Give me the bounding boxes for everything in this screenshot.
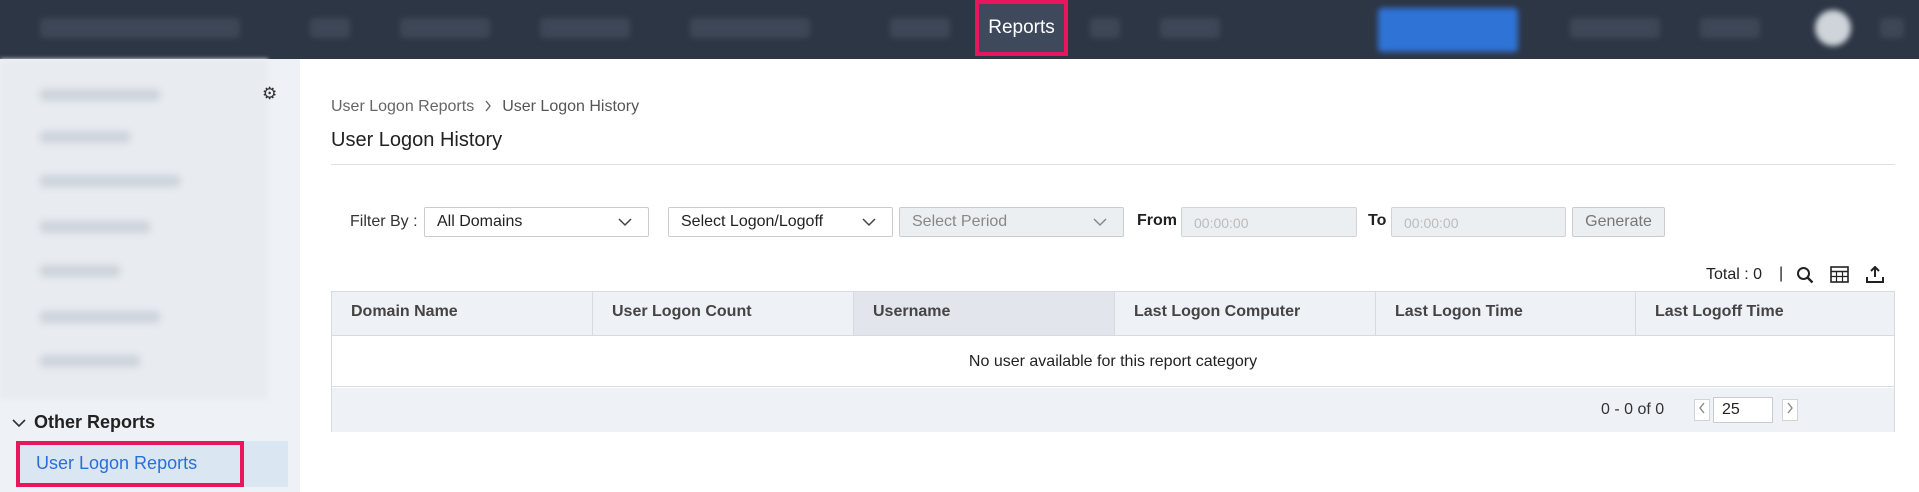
gear-icon[interactable]: ⚙ — [262, 85, 280, 103]
sidebar-section-label: Other Reports — [34, 412, 156, 432]
domain-select-value: All Domains — [437, 213, 523, 230]
chevron-right-icon — [484, 99, 492, 115]
sidebar-item-blurred[interactable] — [40, 355, 140, 367]
chevron-down-icon — [1093, 212, 1107, 235]
breadcrumb-parent[interactable]: User Logon Reports — [331, 98, 474, 116]
nav-tab-blurred[interactable] — [540, 18, 630, 38]
table-footer: 0 - 0 of 0 25 — [332, 388, 1894, 432]
nav-tab-blurred[interactable] — [890, 18, 950, 38]
from-label: From — [1137, 212, 1177, 229]
filter-by-label: Filter By : — [350, 213, 418, 230]
breadcrumb-current: User Logon History — [502, 98, 640, 115]
report-table: Domain Name User Logon Count Username La… — [331, 291, 1895, 432]
column-header-user-logon-count[interactable]: User Logon Count — [593, 292, 854, 335]
nav-tab-blurred[interactable] — [1700, 18, 1760, 38]
nav-tab-blurred[interactable] — [1570, 18, 1660, 38]
generate-button[interactable]: Generate — [1572, 207, 1665, 237]
nav-tab-blurred[interactable] — [690, 18, 810, 38]
column-header-domain-name[interactable]: Domain Name — [332, 292, 593, 335]
sidebar-section-other-reports[interactable]: Other Reports — [12, 412, 155, 433]
chevron-down-icon — [862, 212, 876, 235]
chevron-down-icon — [618, 212, 632, 235]
sidebar-item-blurred[interactable] — [40, 221, 150, 233]
pagination-range: 0 - 0 of 0 — [1601, 401, 1665, 418]
empty-state-message: No user available for this report catego… — [332, 336, 1894, 387]
nav-tab-blurred[interactable] — [1090, 18, 1120, 38]
sidebar-item-blurred[interactable] — [40, 265, 120, 277]
sidebar-item-blurred[interactable] — [40, 131, 130, 143]
avatar[interactable] — [1815, 10, 1851, 46]
sidebar-item-blurred[interactable] — [40, 175, 180, 187]
to-label: To — [1368, 212, 1387, 229]
selection-highlight — [16, 441, 244, 487]
logon-logoff-select[interactable]: Select Logon/Logoff — [668, 207, 893, 237]
logon-select-value: Select Logon/Logoff — [681, 213, 824, 230]
column-header-username[interactable]: Username — [854, 292, 1115, 335]
prev-page-button[interactable] — [1694, 399, 1710, 421]
column-chooser-icon[interactable] — [1830, 266, 1850, 286]
toolbar-divider: | — [1779, 265, 1784, 282]
sidebar-item-blurred[interactable] — [40, 311, 160, 323]
nav-tab-blurred[interactable] — [400, 18, 490, 38]
export-icon[interactable] — [1866, 265, 1886, 286]
nav-tab-blurred[interactable] — [310, 18, 350, 38]
table-header: Domain Name User Logon Count Username La… — [332, 292, 1894, 336]
period-select-value: Select Period — [912, 213, 1008, 230]
period-select[interactable]: Select Period — [899, 207, 1124, 237]
page-title: User Logon History — [331, 129, 503, 151]
divider — [331, 164, 1895, 165]
sidebar-blurred-area — [0, 59, 268, 399]
column-header-last-logon-time[interactable]: Last Logon Time — [1376, 292, 1636, 335]
total-count: Total : 0 — [1706, 266, 1763, 283]
search-icon[interactable] — [1796, 266, 1816, 286]
next-page-button[interactable] — [1782, 399, 1798, 421]
from-time-input[interactable]: 00:00:00 — [1181, 207, 1357, 237]
chevron-down-icon — [12, 415, 26, 431]
page-size-input[interactable]: 25 — [1713, 397, 1773, 423]
column-header-last-logon-computer[interactable]: Last Logon Computer — [1115, 292, 1376, 335]
top-nav-bar: Reports — [0, 0, 1919, 59]
primary-action-button[interactable] — [1378, 8, 1518, 52]
breadcrumb: User Logon Reports User Logon History — [331, 98, 639, 116]
column-header-last-logoff-time[interactable]: Last Logoff Time — [1636, 292, 1894, 335]
sidebar-item-blurred[interactable] — [40, 89, 160, 101]
domain-select[interactable]: All Domains — [424, 207, 649, 237]
nav-tab-blurred[interactable] — [1160, 18, 1220, 38]
nav-tab-blurred[interactable] — [1880, 18, 1904, 38]
tab-reports[interactable]: Reports — [975, 0, 1068, 56]
to-time-input[interactable]: 00:00:00 — [1391, 207, 1566, 237]
product-logo — [40, 18, 240, 38]
